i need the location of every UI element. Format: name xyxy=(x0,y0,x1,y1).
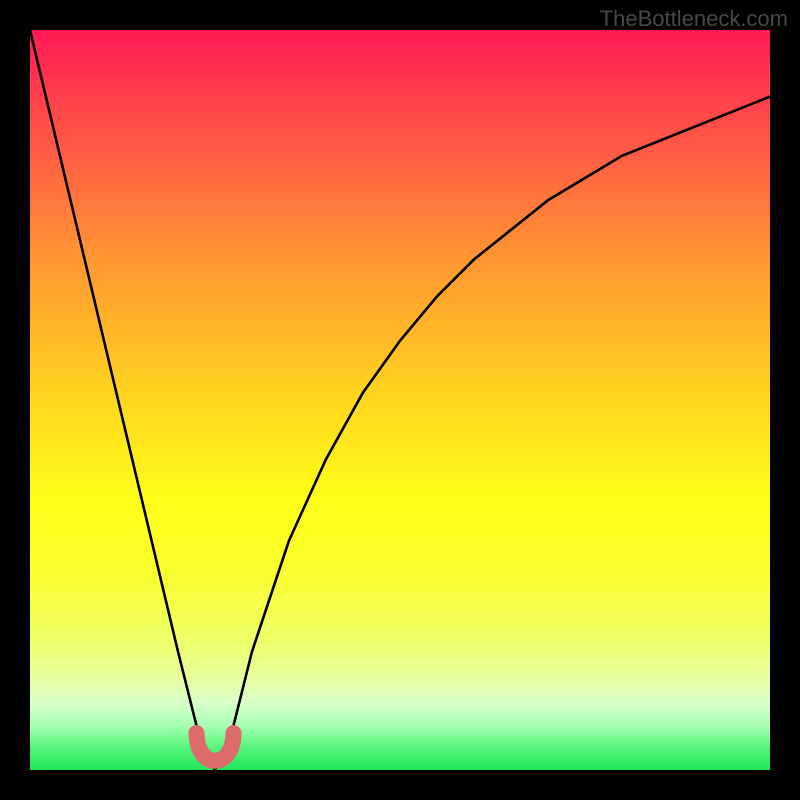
attribution-text: TheBottleneck.com xyxy=(600,6,788,32)
highlight-marker xyxy=(197,733,234,761)
plot-area xyxy=(30,30,770,770)
chart-container: TheBottleneck.com xyxy=(0,0,800,800)
curve-svg xyxy=(30,30,770,770)
bottleneck-curve xyxy=(30,30,770,770)
